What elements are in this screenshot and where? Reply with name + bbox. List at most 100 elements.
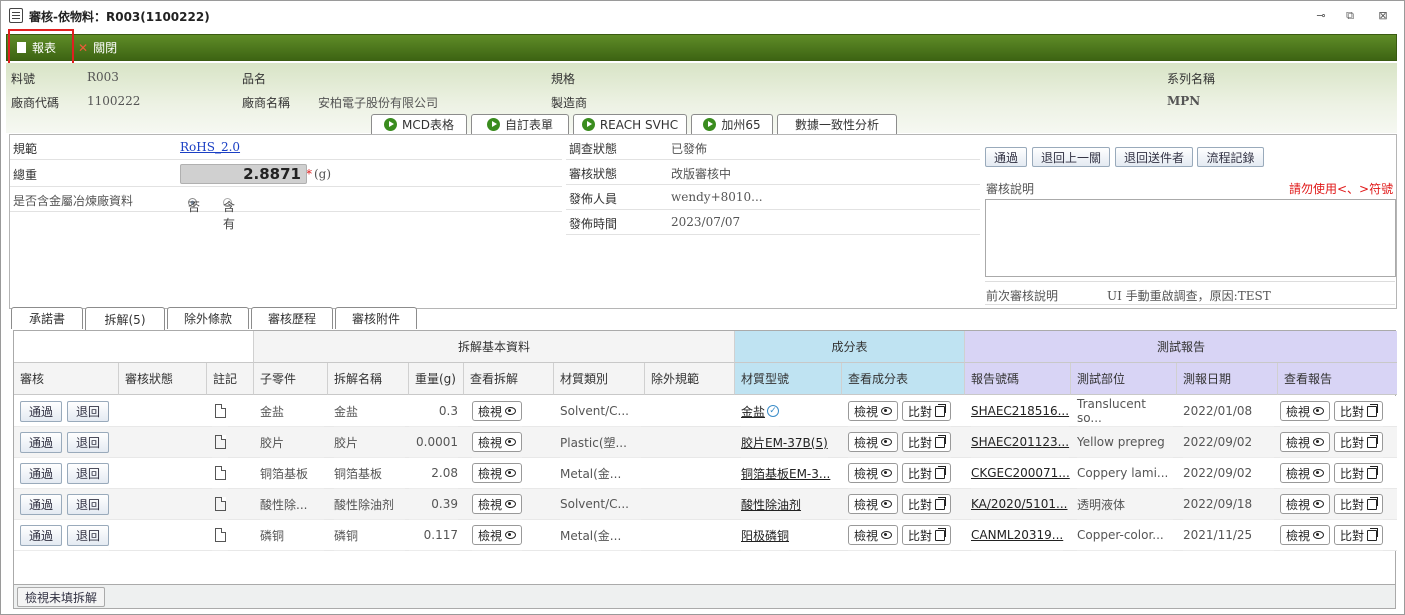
verified-icon: ✓ <box>767 405 780 417</box>
tab-review-attachments[interactable]: 審核附件 <box>335 307 417 329</box>
row-pass-button[interactable]: 通過 <box>20 462 62 484</box>
compare-button[interactable]: 比對 <box>902 401 952 421</box>
view-disassembly-button[interactable]: 檢視 <box>472 401 523 421</box>
table-row: 通過 退回 酸性除... 酸性除油剂 0.39 檢視 Solvent/C... 酸性除油剂 檢視… <box>14 489 1397 520</box>
material-model-link[interactable]: 酸性除油剂 <box>741 496 801 513</box>
material-model-link[interactable]: 阳极磷铜 <box>741 527 789 544</box>
view-report-button[interactable]: 檢視 <box>1280 432 1331 452</box>
pubtime-value: 2023/07/07 <box>671 215 741 229</box>
report-no-link[interactable]: SHAEC201123... <box>971 435 1069 449</box>
back-sender-button[interactable]: 退回送件者 <box>1115 147 1193 167</box>
view-disassembly-button[interactable]: 檢視 <box>472 494 523 514</box>
view-report-button[interactable]: 檢視 <box>1280 494 1331 514</box>
view-composition-button[interactable]: 檢視 <box>848 494 899 514</box>
compare-button[interactable]: 比對 <box>1334 494 1384 514</box>
pass-button[interactable]: 通過 <box>985 147 1027 167</box>
review-state-label: 審核狀態 <box>569 167 618 181</box>
view-unfilled-button[interactable]: 檢視未填拆解 <box>17 587 105 607</box>
column-header: 查看報告 <box>1278 363 1397 395</box>
eye-icon <box>505 407 517 415</box>
row-back-button[interactable]: 退回 <box>67 493 109 515</box>
compare-button[interactable]: 比對 <box>902 463 952 483</box>
test-position-cell: Copper-color... <box>1077 528 1164 542</box>
tab-commitment[interactable]: 承諾書 <box>11 307 83 329</box>
compare-button[interactable]: 比對 <box>902 525 952 545</box>
material-model-link[interactable]: 金盐 <box>741 403 765 420</box>
reg-link[interactable]: RoHS_2.0 <box>180 140 240 154</box>
reg-label: 規範 <box>13 142 38 156</box>
note-icon[interactable] <box>214 435 226 449</box>
view-report-button[interactable]: 檢視 <box>1280 525 1331 545</box>
row-back-button[interactable]: 退回 <box>67 462 109 484</box>
mpn-label: MPN <box>1167 94 1201 108</box>
compare-button[interactable]: 比對 <box>1334 463 1384 483</box>
compare-icon <box>935 434 947 448</box>
material-model-link[interactable]: 胶片EM-37B(5) <box>741 434 828 451</box>
report-no-link[interactable]: CKGEC200071... <box>971 466 1070 480</box>
reg-row: 規範 RoHS_2.0 <box>10 135 562 160</box>
note-icon[interactable] <box>214 497 226 511</box>
compare-button[interactable]: 比對 <box>1334 525 1384 545</box>
row-back-button[interactable]: 退回 <box>67 431 109 453</box>
column-header: 子零件 <box>254 363 328 395</box>
material-model-link[interactable]: 铜箔基板EM-3... <box>741 465 830 482</box>
publisher-value: wendy+8010... <box>671 190 763 204</box>
column-header: 審核 <box>14 363 119 395</box>
eye-icon <box>881 407 893 415</box>
eye-icon <box>1313 407 1325 415</box>
eye-icon <box>881 469 893 477</box>
tab-ca65[interactable]: 加州65 <box>691 114 773 134</box>
view-composition-button[interactable]: 檢視 <box>848 432 899 452</box>
eye-icon <box>505 500 517 508</box>
report-no-link[interactable]: SHAEC218516... <box>971 404 1069 418</box>
column-header: 報告號碼 <box>965 363 1071 395</box>
compare-button[interactable]: 比對 <box>902 432 952 452</box>
column-header: 審核狀態 <box>119 363 207 395</box>
back-prev-button[interactable]: 退回上一關 <box>1032 147 1110 167</box>
series-label: 系列名稱 <box>1167 72 1216 86</box>
disassembly-name-cell: 酸性除油剂 <box>334 497 395 512</box>
pin-icon[interactable]: ⊸ <box>1313 9 1329 23</box>
note-icon[interactable] <box>214 466 226 480</box>
report-no-link[interactable]: KA/2020/5101... <box>971 497 1067 511</box>
view-composition-button[interactable]: 檢視 <box>848 401 899 421</box>
view-report-button[interactable]: 檢視 <box>1280 401 1331 421</box>
tab-data-consistency[interactable]: 數據一致性分析 <box>777 114 897 134</box>
view-disassembly-button[interactable]: 檢視 <box>472 525 523 545</box>
note-icon[interactable] <box>214 404 226 418</box>
compare-button[interactable]: 比對 <box>1334 401 1384 421</box>
compare-button[interactable]: 比對 <box>902 494 952 514</box>
view-report-button[interactable]: 檢視 <box>1280 463 1331 483</box>
flow-record-button[interactable]: 流程記錄 <box>1197 147 1264 167</box>
close-window-icon[interactable]: ⊠ <box>1375 9 1391 23</box>
view-disassembly-button[interactable]: 檢視 <box>472 463 523 483</box>
tab-exemptions[interactable]: 除外條款 <box>167 307 249 329</box>
compare-button[interactable]: 比對 <box>1334 432 1384 452</box>
row-pass-button[interactable]: 通過 <box>20 493 62 515</box>
report-no-link[interactable]: CANML20319... <box>971 528 1063 542</box>
note-icon[interactable] <box>214 528 226 542</box>
tab-mcd[interactable]: MCD表格 <box>371 114 467 134</box>
row-pass-button[interactable]: 通過 <box>20 400 62 422</box>
row-pass-button[interactable]: 通過 <box>20 524 62 546</box>
material-class-cell: Plastic(塑... <box>560 435 627 450</box>
view-disassembly-button[interactable]: 檢視 <box>472 432 523 452</box>
close-button[interactable]: ✕ 關閉 <box>78 35 117 60</box>
total-weight-field: 2.8871 <box>180 164 307 184</box>
tab-reach-svhc[interactable]: REACH SVHC <box>573 114 687 134</box>
review-window: 審核-依物料：R003(1100222) ⊸ ⧉ ⊠ 報表 ✕ 關閉 料號 R00… <box>0 0 1405 615</box>
tab-custom-form[interactable]: 自訂表單 <box>471 114 569 134</box>
restore-icon[interactable]: ⧉ <box>1342 9 1358 23</box>
row-back-button[interactable]: 退回 <box>67 524 109 546</box>
row-pass-button[interactable]: 通過 <box>20 431 62 453</box>
test-position-cell: Coppery lami... <box>1077 466 1169 480</box>
view-composition-button[interactable]: 檢視 <box>848 525 899 545</box>
report-date-cell: 2022/01/08 <box>1183 404 1253 418</box>
review-note-textarea[interactable] <box>985 199 1396 277</box>
eye-icon <box>1313 531 1325 539</box>
view-composition-button[interactable]: 檢視 <box>848 463 899 483</box>
tab-review-history[interactable]: 審核歷程 <box>251 307 333 329</box>
tab-disassembly[interactable]: 拆解(5) <box>85 307 165 330</box>
prev-note-value: UI 手動重啟調查，原因:TEST <box>1107 289 1271 303</box>
row-back-button[interactable]: 退回 <box>67 400 109 422</box>
